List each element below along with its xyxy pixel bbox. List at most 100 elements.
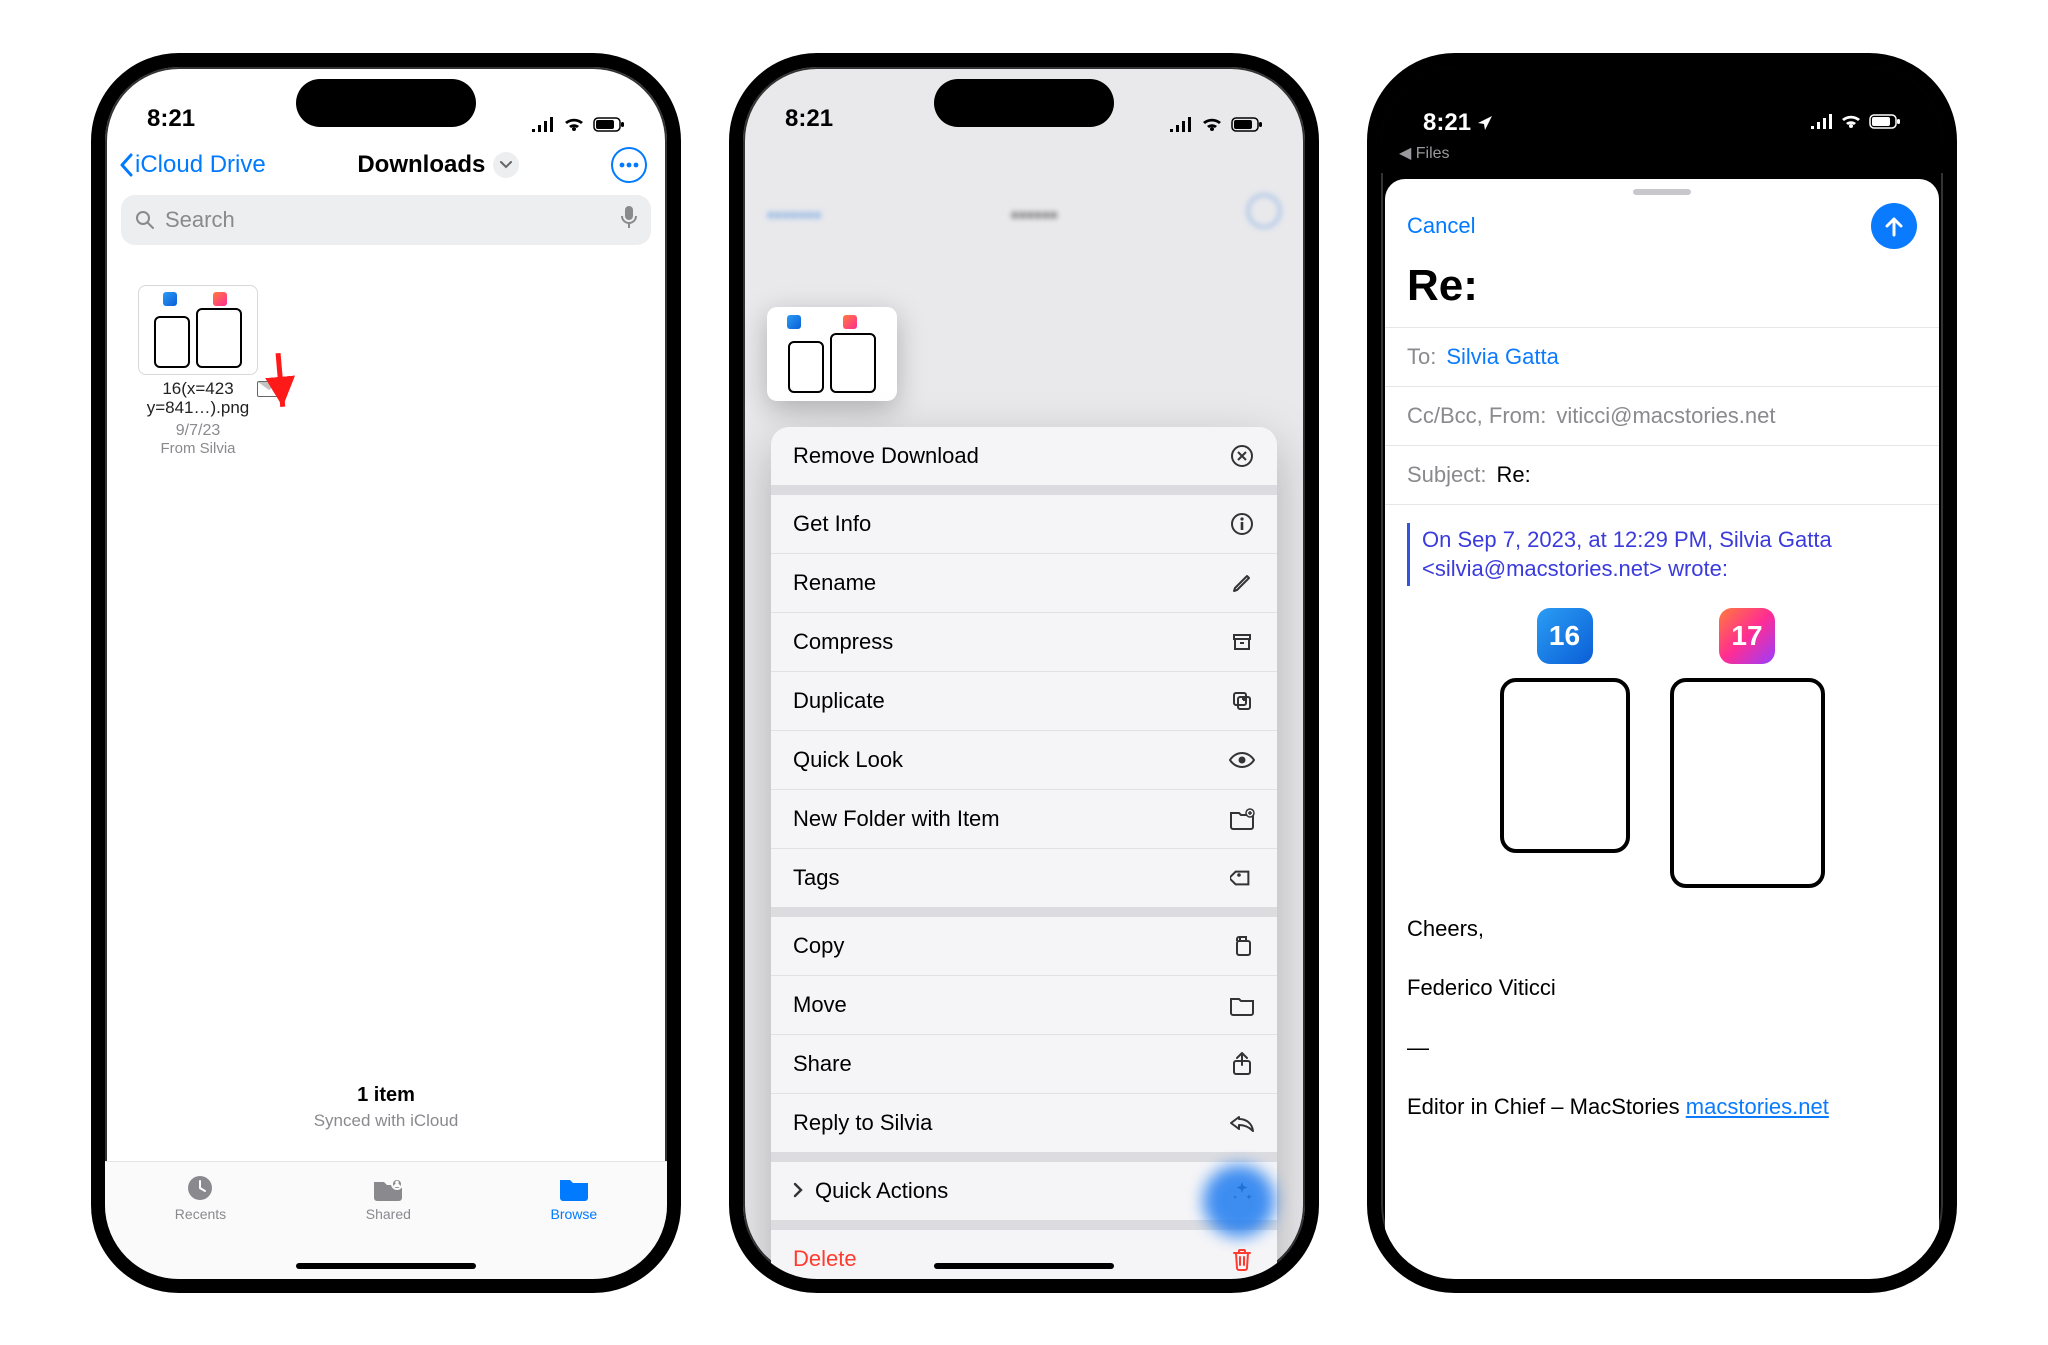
shared-folder-icon: [371, 1174, 405, 1202]
subject-label: Subject:: [1407, 462, 1487, 488]
battery-icon: [1231, 117, 1263, 133]
menu-item-remove-download[interactable]: Remove Download: [771, 427, 1277, 485]
mail-body[interactable]: On Sep 7, 2023, at 12:29 PM, Silvia Gatt…: [1385, 505, 1939, 1140]
cancel-button[interactable]: Cancel: [1407, 213, 1475, 239]
arrow-up-icon: [1883, 215, 1905, 237]
folder-icon: [1229, 992, 1255, 1018]
location-icon: [1477, 115, 1493, 131]
copy-icon: [1229, 933, 1255, 959]
file-item[interactable]: 16(x=423 y=841…).png 9/7/23 From Silvia: [123, 285, 273, 457]
selected-file-preview[interactable]: [767, 307, 897, 401]
menu-item-quick-actions[interactable]: Quick Actions: [771, 1162, 1277, 1220]
share-icon: [1229, 1051, 1255, 1077]
menu-item-tags[interactable]: Tags: [771, 848, 1277, 907]
to-label: To:: [1407, 344, 1436, 370]
wifi-icon: [1840, 114, 1862, 130]
phone-context-menu: 8:21 ▪▪▪▪▪▪▪ ▪▪▪▪▪▪ Remove Download Get …: [729, 53, 1319, 1293]
battery-icon: [1869, 114, 1901, 130]
blurred-back: ▪▪▪▪▪▪▪: [767, 202, 822, 228]
nav-title-wrap: Downloads: [357, 151, 519, 179]
send-button[interactable]: [1871, 203, 1917, 249]
subject-row[interactable]: Subject: Re:: [1385, 445, 1939, 505]
cellular-icon: [1810, 114, 1834, 130]
ipad-glyph: [1500, 678, 1630, 853]
home-indicator[interactable]: [296, 1263, 476, 1269]
status-time-wrap: 8:21: [1423, 109, 1493, 137]
os-17-mini-icon: [213, 292, 227, 306]
macstories-link[interactable]: macstories.net: [1686, 1094, 1829, 1119]
menu-item-delete[interactable]: Delete: [771, 1230, 1277, 1288]
dictate-button[interactable]: [621, 206, 637, 234]
ipad-glyph: [788, 341, 824, 393]
subject-value: Re:: [1497, 462, 1531, 488]
tab-recents[interactable]: Recents: [175, 1174, 226, 1279]
pencil-icon: [1229, 570, 1255, 596]
menu-item-copy[interactable]: Copy: [771, 917, 1277, 975]
ipad-glyph: [830, 333, 876, 393]
menu-item-duplicate[interactable]: Duplicate: [771, 671, 1277, 730]
trash-icon: [1229, 1246, 1255, 1272]
context-menu: Remove Download Get Info Rename CompressDu…: [771, 427, 1277, 1288]
search-field[interactable]: Search: [121, 195, 651, 245]
menu-item-label: Quick Look: [793, 747, 903, 773]
ios-16-icon: 16: [1537, 608, 1593, 664]
menu-item-label: Quick Actions: [815, 1178, 948, 1204]
item-count: 1 item: [105, 1084, 667, 1107]
status-indicators: [1169, 117, 1263, 133]
subject-title: Re:: [1385, 249, 1939, 327]
ios-17-icon: 17: [1719, 608, 1775, 664]
status-time: 8:21: [147, 105, 195, 133]
info-icon: [1229, 511, 1255, 537]
menu-separator: [771, 1220, 1277, 1230]
title-dropdown-button[interactable]: [493, 152, 519, 178]
tab-label: Shared: [366, 1206, 411, 1222]
file-grid: 16(x=423 y=841…).png 9/7/23 From Silvia: [105, 255, 667, 487]
menu-separator: [771, 907, 1277, 917]
menu-item-quick-look[interactable]: Quick Look: [771, 730, 1277, 789]
menu-item-label: Copy: [793, 933, 844, 959]
dynamic-island: [1572, 79, 1752, 127]
to-value: Silvia Gatta: [1446, 344, 1559, 370]
breadcrumb-back[interactable]: ◀ Files: [1381, 139, 1943, 173]
tab-label: Browse: [551, 1206, 598, 1222]
menu-item-reply-to-silvia[interactable]: Reply to Silvia: [771, 1093, 1277, 1152]
status-time: 8:21: [785, 105, 833, 133]
quote-line: On Sep 7, 2023, at 12:29 PM, Silvia Gatt…: [1422, 527, 1832, 552]
quote-header: On Sep 7, 2023, at 12:29 PM, Silvia Gatt…: [1407, 523, 1917, 586]
home-indicator[interactable]: [934, 1263, 1114, 1269]
tab-browse[interactable]: Browse: [551, 1174, 598, 1279]
to-row[interactable]: To: Silvia Gatta: [1385, 327, 1939, 386]
sync-status: Synced with iCloud: [105, 1111, 667, 1131]
back-label: iCloud Drive: [135, 151, 266, 179]
more-button[interactable]: [611, 147, 647, 183]
cc-row[interactable]: Cc/Bcc, From: viticci@macstories.net: [1385, 386, 1939, 445]
status-indicators: [1810, 109, 1901, 137]
menu-item-move[interactable]: Move: [771, 975, 1277, 1034]
menu-item-label: Rename: [793, 570, 876, 596]
search-placeholder: Search: [165, 207, 235, 233]
menu-item-share[interactable]: Share: [771, 1034, 1277, 1093]
cellular-icon: [1169, 117, 1193, 133]
menu-item-label: Reply to Silvia: [793, 1110, 932, 1136]
phone-mail-compose: 8:21 ◀ Files Cancel Re: To: Silvia Gatta…: [1367, 53, 1957, 1293]
back-button[interactable]: iCloud Drive: [119, 151, 266, 179]
eye-icon: [1229, 747, 1255, 773]
sig-line: Cheers,: [1407, 914, 1917, 944]
breadcrumb-label: Files: [1416, 145, 1450, 162]
ellipsis-icon: [619, 162, 639, 168]
battery-icon: [593, 117, 625, 133]
menu-item-compress[interactable]: Compress: [771, 612, 1277, 671]
menu-item-rename[interactable]: Rename: [771, 553, 1277, 612]
menu-item-new-folder-with-item[interactable]: New Folder with Item: [771, 789, 1277, 848]
search-icon: [135, 210, 155, 230]
quote-line: <silvia@macstories.net> wrote:: [1422, 556, 1728, 581]
menu-separator: [771, 1152, 1277, 1162]
tab-bar: Recents Shared Browse: [105, 1161, 667, 1279]
menu-item-get-info[interactable]: Get Info: [771, 495, 1277, 553]
chevron-down-icon: [500, 161, 512, 169]
ipad-glyph: [1670, 678, 1825, 888]
mic-icon: [621, 206, 637, 228]
status-time: 8:21: [1423, 109, 1471, 137]
chevron-left-icon: [119, 153, 133, 177]
status-indicators: [531, 117, 625, 133]
